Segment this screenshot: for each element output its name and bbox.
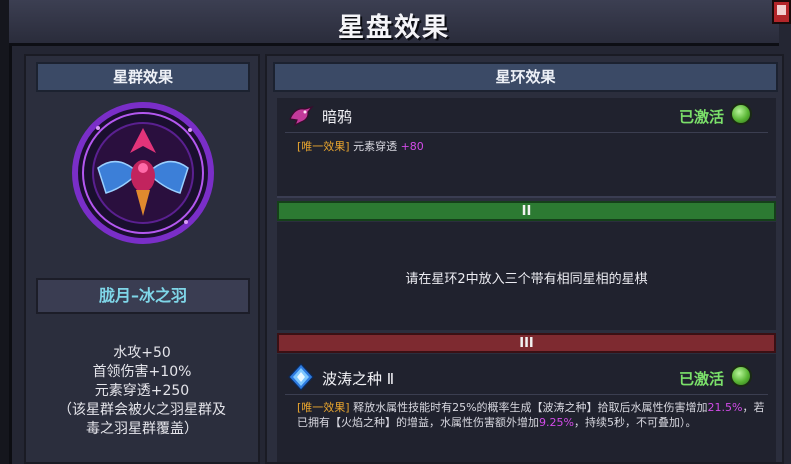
effect-value: 21.5% bbox=[707, 401, 743, 414]
stat-line: 水攻+50 bbox=[113, 345, 171, 361]
constellation-header: 星群效果 bbox=[36, 62, 250, 92]
status-activated: 已激活 bbox=[678, 108, 724, 126]
title-bar: 星盘效果 bbox=[9, 0, 779, 46]
stat-line: 首领伤害+10% bbox=[92, 364, 192, 380]
ring-card-wave-seed[interactable]: 波涛之种 Ⅱ 已激活 [唯一效果] 释放水属性技能时有25%的概率生成【波涛之种… bbox=[277, 354, 776, 462]
close-icon bbox=[777, 5, 786, 15]
effect-text: 元素穿透 bbox=[349, 140, 401, 153]
ring-card-dark-crow[interactable]: 暗鸦 已激活 [唯一效果] 元素穿透 +80 bbox=[277, 98, 776, 198]
status-activated: 已激活 bbox=[678, 370, 724, 388]
divider bbox=[285, 394, 768, 395]
status-indicator-icon bbox=[730, 365, 752, 387]
effect-value: +80 bbox=[400, 140, 424, 153]
stat-line: 毒之羽星群覆盖） bbox=[86, 421, 198, 437]
constellation-name: 胧月–冰之羽 bbox=[36, 278, 250, 314]
effect-text: 释放水属性技能时有25%的概率生成【波涛之种】拾取后水属性伤害增加 bbox=[349, 401, 708, 414]
blue-crystal-icon bbox=[288, 363, 314, 391]
status-indicator-icon bbox=[730, 103, 752, 125]
ring-name: 暗鸦 bbox=[322, 108, 353, 126]
ring-name: 波涛之种 Ⅱ bbox=[322, 370, 395, 388]
constellation-stats: 水攻+50 首领伤害+10% 元素穿透+250 （该星群会被火之羽星群及 毒之羽… bbox=[26, 344, 258, 439]
ring-effect: [唯一效果] 释放水属性技能时有25%的概率生成【波涛之种】拾取后水属性伤害增加… bbox=[297, 400, 767, 430]
ice-feather-emblem-icon bbox=[72, 102, 214, 244]
dark-crow-icon bbox=[289, 105, 314, 127]
ring-effects-header: 星环效果 bbox=[273, 62, 778, 92]
window-title: 星盘效果 bbox=[337, 13, 450, 43]
effect-value: 9.25% bbox=[539, 416, 574, 429]
ring-effect: [唯一效果] 元素穿透 +80 bbox=[297, 138, 424, 154]
tier-iii-bar: III bbox=[277, 333, 776, 353]
effect-tag: [唯一效果] bbox=[297, 140, 350, 153]
tier-ii-slot[interactable]: 请在星环2中放入三个带有相同星相的星棋 bbox=[277, 222, 776, 330]
stat-line: （该星群会被火之羽星群及 bbox=[58, 402, 226, 418]
constellation-panel: 星群效果 胧月–冰之羽 水攻+50 首领伤害+10% 元素穿透+250 （该星群… bbox=[24, 54, 260, 464]
close-button[interactable] bbox=[772, 0, 791, 24]
tier-ii-bar: II bbox=[277, 201, 776, 221]
ring-effects-panel: 星环效果 暗鸦 已激活 [唯一效果] 元素穿透 +80 II 请在星环2中放入三… bbox=[265, 54, 784, 464]
stat-line: 元素穿透+250 bbox=[94, 383, 190, 399]
effect-text: ，持续5秒，不可叠加）。 bbox=[573, 416, 697, 429]
effect-tag: [唯一效果] bbox=[297, 401, 350, 414]
divider bbox=[285, 132, 768, 133]
tier-ii-hint: 请在星环2中放入三个带有相同星相的星棋 bbox=[405, 272, 648, 287]
